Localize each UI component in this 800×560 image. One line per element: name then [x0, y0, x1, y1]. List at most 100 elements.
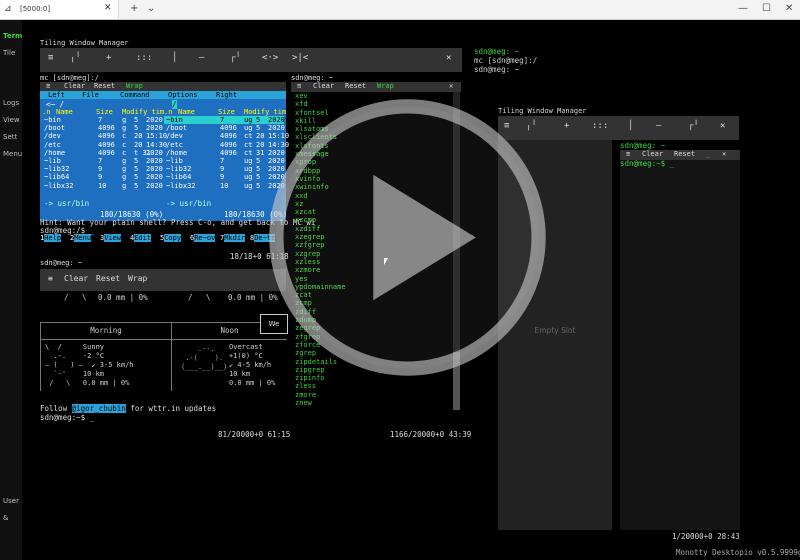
wttr-follow-handle[interactable]: @igor_chubin [71, 404, 126, 413]
mc-menu-left[interactable]: Left [48, 91, 65, 99]
table-cell: /dev [166, 132, 183, 141]
mc-right-col-header[interactable]: Name [178, 108, 195, 116]
add-icon[interactable]: + [106, 53, 111, 63]
table-row[interactable]: ~lib 7 g 5 2020 [42, 156, 163, 165]
wttr-menu-icon[interactable]: ≡ [48, 274, 53, 283]
minimize-icon[interactable]: — [738, 3, 748, 14]
tiler2-term-menu-icon[interactable]: ≡ [626, 150, 630, 158]
tiler2-min-button[interactable]: _ [706, 150, 710, 158]
table-row[interactable]: ~lib32 9 g 5 2020 [42, 165, 163, 173]
table-row[interactable]: ~lib64 9 g 5 2020 [42, 173, 163, 181]
sidebar-item-view[interactable]: View [3, 116, 20, 124]
table-cell: 20 [256, 132, 265, 141]
mc-menu-icon[interactable]: ≡ [46, 82, 50, 90]
function-key-1[interactable]: 1Help [40, 234, 62, 242]
list-menu-icon[interactable]: ≡ [297, 82, 301, 90]
wttr-status: 81/20000+0 61:15 [218, 430, 291, 439]
rotate-icon[interactable]: ┌╵ [230, 53, 241, 63]
tiler2-grid-icon[interactable]: ::: [592, 121, 608, 131]
function-key-6[interactable]: 6Re~ov [190, 234, 216, 242]
tiler2-terminal[interactable]: sdn@meg:~$ _ [620, 159, 740, 530]
function-key-7[interactable]: 7Mkdir [220, 234, 246, 242]
mc-menu-right[interactable]: Right [216, 91, 237, 99]
function-key-2[interactable]: 2Menu [70, 234, 92, 242]
grid-icon[interactable]: ::: [136, 53, 152, 63]
chevron-down-icon[interactable]: ⌄ [147, 3, 155, 14]
table-cell: 5 [134, 156, 139, 165]
wttr-wrap-button[interactable]: Wrap [128, 274, 147, 283]
list-item[interactable]: znew [295, 399, 445, 407]
tiler-close-icon[interactable]: ✕ [446, 53, 451, 63]
terminal-tab[interactable]: ⊿ [5000:0] ✕ [0, 0, 119, 19]
menu-icon[interactable]: ≡ [48, 53, 53, 63]
list-item[interactable]: zless [295, 382, 445, 390]
table-row[interactable]: /home 4096 c t 31 2020 [42, 149, 163, 157]
sidebar-item-term[interactable]: Term [3, 32, 22, 40]
sidebar-item-settings[interactable]: Sett [3, 133, 17, 141]
tiler2-hsplit-icon[interactable]: — [656, 121, 661, 131]
sidebar-item-tile[interactable]: Tile [3, 49, 15, 57]
equalize-icon[interactable]: >|< [292, 53, 308, 63]
table-cell: /boot [166, 124, 188, 133]
wttr-reset-button[interactable]: Reset [96, 274, 120, 283]
sidebar-item-logs[interactable]: Logs [3, 99, 19, 107]
mc-left-col-header[interactable]: .n [42, 108, 50, 116]
hsplit-icon[interactable]: — [199, 53, 204, 63]
tiler2-rotate-icon[interactable]: ┌╵ [688, 121, 699, 131]
tiler2-clear-button[interactable]: Clear [642, 150, 663, 158]
table-row[interactable]: /boot 4096 g 5 2020 [42, 124, 163, 133]
table-row[interactable]: ~bin 7 g 5 2020 [42, 116, 163, 124]
list-item[interactable]: zmore [295, 391, 445, 399]
tab-close-icon[interactable]: ✕ [104, 3, 112, 13]
table-cell: 4096 [98, 140, 115, 149]
tiler2-vsplit-icon[interactable]: │ [628, 121, 633, 131]
plus-icon[interactable]: + [130, 3, 138, 14]
tiler2-reset-button[interactable]: Reset [674, 150, 695, 158]
mc-left-col-header[interactable]: Modify tim [122, 108, 164, 116]
table-cell: 20 [256, 140, 265, 149]
mc-menu-file[interactable]: File [82, 91, 99, 99]
swap-icon[interactable]: <·> [262, 53, 278, 63]
mc-clear-button[interactable]: Clear [64, 82, 85, 90]
list-wrap-button[interactable]: Wrap [377, 82, 394, 90]
wttr-clear-button[interactable]: Clear [64, 274, 88, 283]
mc-menu-options[interactable]: Options [168, 91, 198, 99]
mc-reset-button[interactable]: Reset [94, 82, 115, 90]
sidebar-item-menu[interactable]: Menu [3, 150, 22, 158]
close-icon[interactable]: ✕ [785, 3, 793, 14]
tiler2-shell-prompt[interactable]: sdn@meg:~$ _ [620, 159, 674, 168]
tiler2-term-close-icon[interactable]: ✕ [722, 150, 726, 158]
table-cell: ~lib64 [166, 173, 192, 182]
maximize-icon[interactable]: ☐ [762, 3, 771, 14]
sidebar-item-user[interactable]: User [3, 497, 19, 505]
sidebar-item-amp[interactable]: & [3, 514, 8, 522]
cloud-icon: .--. .-( ). (___.__)__) [181, 345, 228, 371]
wttr-shell-prompt[interactable]: sdn@meg:~$ _ [40, 413, 94, 422]
mc-left-col-header[interactable]: Size [96, 108, 113, 116]
table-cell: g [122, 181, 127, 190]
table-row[interactable]: /etc 4096 c 20 14:30 [42, 140, 167, 149]
tiler2-close-icon[interactable]: ✕ [720, 121, 725, 131]
table-cell: 5 [134, 116, 139, 124]
mc-wrap-button[interactable]: Wrap [126, 82, 143, 90]
table-row[interactable]: /dev 4096 c 20 15:10 [42, 132, 167, 140]
tiler2-add-icon[interactable]: + [564, 121, 569, 131]
list-close-icon[interactable]: ✕ [449, 82, 453, 90]
mc-left-panel[interactable]: .n Name Size Modify tim ~bin 7 g 5 2020/boot 4096… [42, 108, 167, 190]
split-vertical-icon[interactable]: ╷╵ [70, 53, 81, 63]
function-key-4[interactable]: 4Edit [130, 234, 152, 242]
mc-left-col-header[interactable]: Name [56, 108, 73, 116]
table-row[interactable]: ~libx32 10 g 5 2020 [42, 181, 163, 190]
list-reset-button[interactable]: Reset [345, 82, 366, 90]
function-key-5[interactable]: 5Copy [160, 234, 182, 242]
table-cell: ~libx32 [166, 181, 196, 190]
mc-right-col-header[interactable]: .n [164, 108, 172, 116]
play-icon[interactable] [265, 95, 550, 380]
table-cell: 5 [134, 181, 139, 190]
mc-menu-command[interactable]: Command [120, 91, 150, 99]
vsplit-icon[interactable]: │ [172, 53, 177, 63]
mc-right-col-header[interactable]: Size [218, 108, 235, 116]
list-clear-button[interactable]: Clear [313, 82, 334, 90]
function-key-3[interactable]: 3View [100, 234, 122, 242]
table-cell: g [122, 124, 127, 133]
